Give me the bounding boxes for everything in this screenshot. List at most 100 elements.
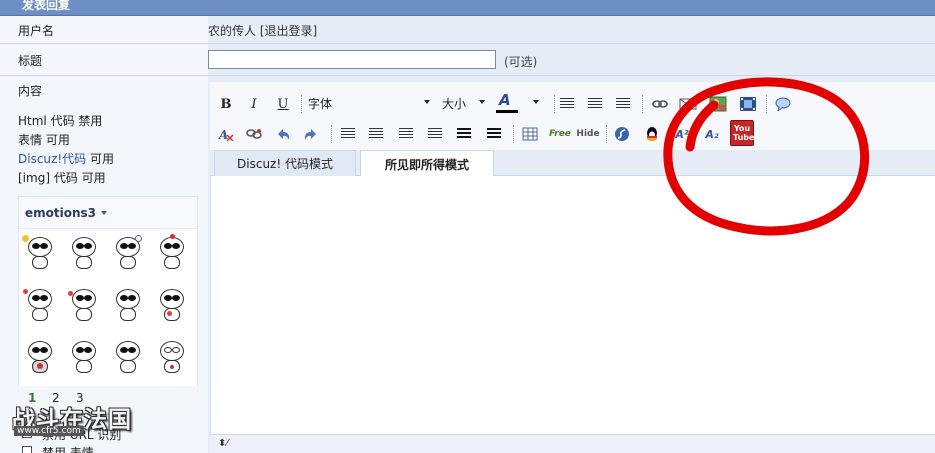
unlink-button[interactable] xyxy=(244,124,264,144)
username-value[interactable]: 农的传人 [退出登录] xyxy=(208,22,317,39)
qq-penguin-icon xyxy=(647,127,657,141)
flash-icon xyxy=(615,127,629,141)
indent-button[interactable] xyxy=(425,124,445,144)
float-right-icon xyxy=(487,128,501,140)
panda-emoticon[interactable] xyxy=(67,339,101,375)
title-input[interactable] xyxy=(208,50,496,69)
underline-button[interactable]: U xyxy=(273,94,293,114)
align-left-button[interactable] xyxy=(557,94,577,114)
panda-emoticon[interactable] xyxy=(155,339,189,375)
toolbar-separator xyxy=(642,95,643,113)
chevron-down-icon xyxy=(479,100,485,104)
chevron-down-icon xyxy=(424,100,430,104)
disable-smilies-checkbox[interactable] xyxy=(22,446,32,453)
username-row: 用户名 农的传人 [退出登录] xyxy=(0,16,935,44)
emotions-panel: emotions3 xyxy=(18,196,198,410)
emotions-selector[interactable]: emotions3 xyxy=(19,197,197,229)
discuz-code-link[interactable]: Discuz!代码 xyxy=(18,152,86,166)
italic-button[interactable]: I xyxy=(244,94,264,114)
hide-icon: Hide xyxy=(576,129,600,139)
title-label-cell: 标题 xyxy=(0,44,208,75)
free-icon: Free xyxy=(549,129,571,139)
toolbar-separator xyxy=(513,125,514,143)
tab-wysiwyg-mode[interactable]: 所见即所得模式 xyxy=(360,150,494,177)
insert-hide-button[interactable]: Hide xyxy=(576,124,600,144)
panda-emoticon[interactable] xyxy=(67,287,101,323)
title-value-cell: (可选) xyxy=(208,44,935,75)
disable-smilies-label: 禁用 表情 xyxy=(42,446,94,453)
float-left-icon xyxy=(457,128,471,140)
red-annotation-circle xyxy=(663,77,870,236)
font-color-dropdown[interactable]: A xyxy=(496,90,544,113)
panda-emoticon[interactable] xyxy=(111,287,145,323)
panda-emoticon[interactable] xyxy=(23,339,57,375)
align-center-icon xyxy=(588,98,602,110)
bold-button[interactable]: B xyxy=(216,94,236,114)
chevron-down-icon xyxy=(101,211,107,215)
emotions-selector-label: emotions3 xyxy=(25,206,97,220)
img-code-setting: [img] 代码 可用 xyxy=(18,171,106,185)
chevron-down-icon xyxy=(533,100,539,104)
unlink-icon xyxy=(246,129,262,139)
outdent-button[interactable] xyxy=(396,124,416,144)
tab-discuz-code-mode[interactable]: Discuz! 代码模式 xyxy=(214,150,356,176)
toolbar-separator xyxy=(331,125,332,143)
svg-text:A: A xyxy=(218,128,228,141)
title-row: 标题 (可选) xyxy=(0,44,935,76)
username-label-cell: 用户名 xyxy=(0,16,208,43)
undo-button[interactable] xyxy=(273,124,293,144)
float-left-button[interactable] xyxy=(454,124,474,144)
username-value-cell: 农的传人 [退出登录] xyxy=(208,16,935,43)
insert-flash-button[interactable] xyxy=(612,124,632,144)
toolbar-separator xyxy=(301,95,302,113)
align-right-icon xyxy=(616,98,630,110)
toolbar-separator xyxy=(606,125,607,143)
panda-emoticon[interactable] xyxy=(67,235,101,271)
font-family-dropdown[interactable]: 字体 xyxy=(306,92,436,112)
content-sidebar: 内容 Html 代码 禁用 表情 可用 Discuz!代码 可用 [img] 代… xyxy=(0,76,208,453)
remove-format-button[interactable]: A xyxy=(216,124,236,144)
toolbar-separator xyxy=(554,95,555,113)
panda-emoticon[interactable] xyxy=(111,339,145,375)
bullet-list-icon xyxy=(369,128,383,140)
insert-table-button[interactable] xyxy=(520,124,540,144)
username-label: 用户名 xyxy=(18,24,55,38)
font-size-dropdown[interactable]: 大小 xyxy=(440,92,490,112)
optional-hint: (可选) xyxy=(504,55,538,69)
title-label: 标题 xyxy=(18,54,43,68)
panda-emoticon[interactable] xyxy=(155,287,189,323)
site-watermark-url: www.cfr5.com xyxy=(14,426,84,436)
outdent-icon xyxy=(399,128,413,140)
align-right-button[interactable] xyxy=(613,94,633,114)
unordered-list-button[interactable] xyxy=(366,124,386,144)
font-size-label: 大小 xyxy=(442,97,467,111)
ordered-list-button[interactable] xyxy=(338,124,358,144)
font-family-label: 字体 xyxy=(308,97,333,111)
align-center-button[interactable] xyxy=(585,94,605,114)
discuz-code-setting: Discuz!代码 可用 xyxy=(18,152,114,166)
clear-format-icon: A xyxy=(218,128,234,141)
panda-emoticon[interactable] xyxy=(111,235,145,271)
insert-qq-button[interactable] xyxy=(642,124,662,144)
ordered-list-icon xyxy=(341,128,355,140)
font-color-icon: A xyxy=(499,91,511,109)
redo-icon xyxy=(304,129,316,140)
editor-resize-bar[interactable]: ⬍⁄ xyxy=(210,434,935,453)
panda-emoticon[interactable] xyxy=(22,235,57,271)
resize-handle-icon[interactable]: ⬍⁄ xyxy=(218,438,228,449)
table-icon xyxy=(522,127,538,141)
content-label: 内容 xyxy=(18,84,43,98)
insert-free-button[interactable]: Free xyxy=(548,124,572,144)
panda-emoticon[interactable] xyxy=(23,287,57,323)
undo-icon xyxy=(278,129,290,140)
html-code-setting: Html 代码 禁用 xyxy=(18,114,103,128)
color-swatch xyxy=(496,110,518,113)
float-right-button[interactable] xyxy=(484,124,504,144)
form-title: 发表回复 xyxy=(22,0,71,12)
redo-button[interactable] xyxy=(301,124,321,144)
indent-icon xyxy=(428,128,442,140)
panda-emoticon[interactable] xyxy=(155,234,189,271)
smilies-setting: 表情 可用 xyxy=(18,133,70,147)
align-left-icon xyxy=(560,98,574,110)
form-header: 发表回复 xyxy=(0,0,935,16)
